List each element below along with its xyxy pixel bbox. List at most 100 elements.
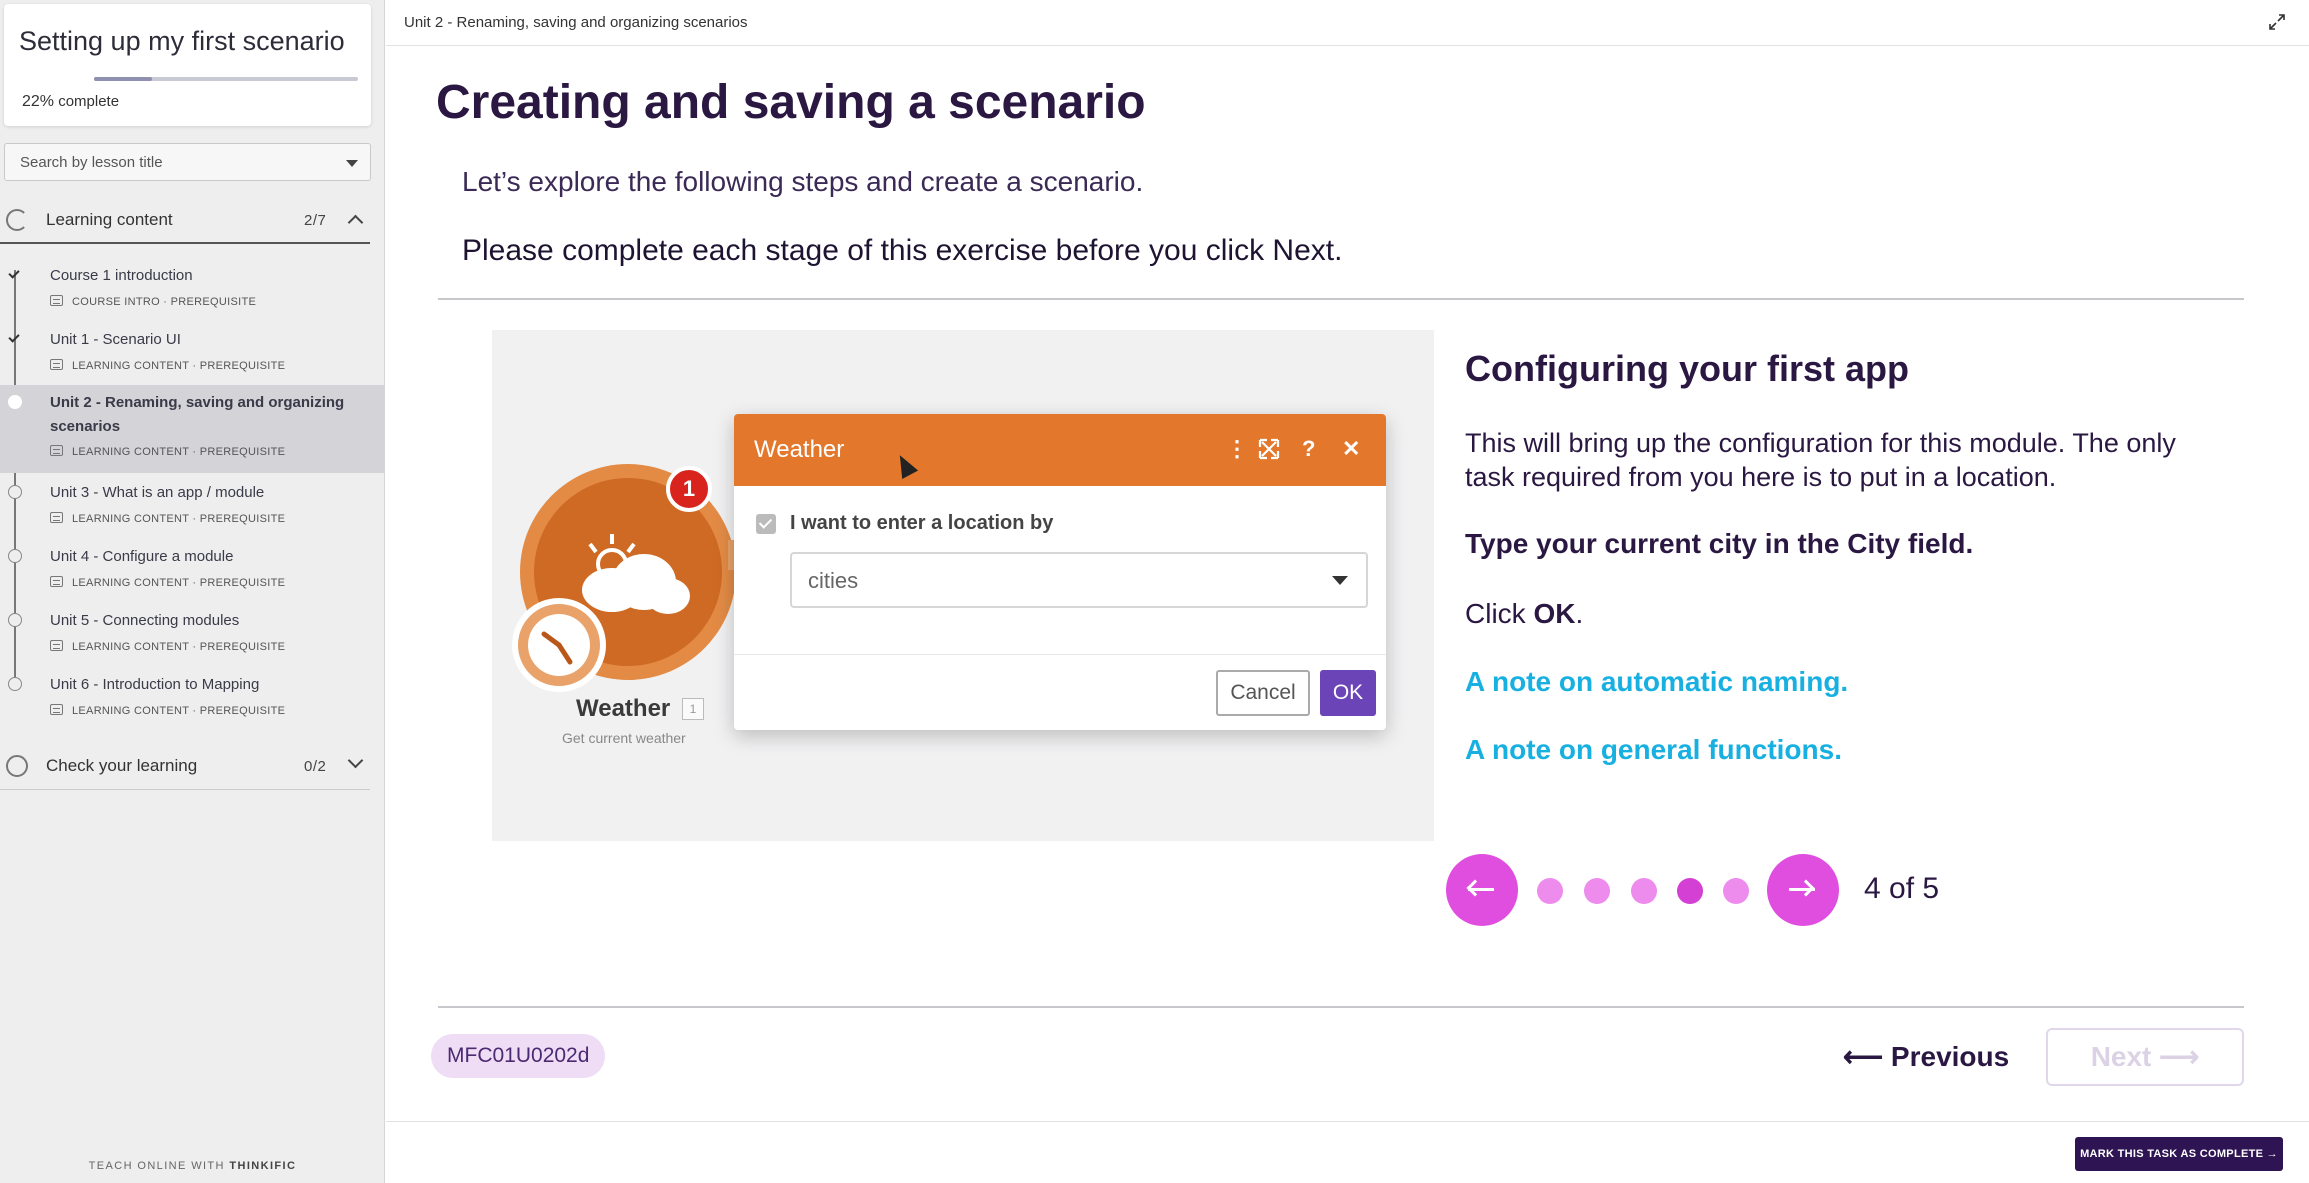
dialog-title: Weather — [754, 436, 845, 463]
weather-config-dialog: Weather ⋮ ? ✕ I want to enter a location… — [734, 414, 1386, 730]
lesson-meta-text: LEARNING CONTENT · PREREQUISITE — [72, 446, 286, 458]
clock-face — [528, 614, 590, 676]
lesson-unit-1[interactable]: Unit 1 - Scenario UI LEARNING CONTENT · … — [0, 326, 385, 386]
lesson-meta: LEARNING CONTENT · PREREQUISITE — [50, 576, 285, 589]
lesson-title: Course 1 introduction — [50, 267, 193, 284]
lesson-meta: LEARNING CONTENT · PREREQUISITE — [50, 704, 285, 717]
lesson-title: Unit 6 - Introduction to Mapping — [50, 676, 260, 693]
module-subtitle: Get current weather — [562, 730, 686, 746]
dialog-cancel-button: Cancel — [1216, 670, 1310, 716]
slide-instruction: Type your current city in the City field… — [1465, 528, 1974, 559]
presentation-icon — [50, 445, 63, 456]
slide-image: 1 Weather 1 Get current weather Weather … — [492, 330, 1434, 841]
course-progress-text: 22% complete — [22, 93, 119, 111]
location-type-select: cities — [790, 552, 1368, 608]
note-automatic-naming-link[interactable]: A note on automatic naming. — [1465, 666, 1848, 698]
section-progress-icon — [6, 755, 28, 777]
clock-icon — [512, 598, 606, 692]
previous-button[interactable]: ⟵ Previous — [1843, 1040, 2009, 1073]
document-icon — [50, 295, 63, 306]
lesson-meta-text: COURSE INTRO · PREREQUISITE — [72, 296, 257, 308]
maximize-icon — [1258, 438, 1280, 460]
course-title: Setting up my first scenario — [19, 26, 345, 56]
chevron-down-icon — [347, 752, 364, 769]
section-count: 2/7 — [304, 212, 327, 229]
lesson-meta: LEARNING CONTENT · PREREQUISITE — [50, 445, 285, 458]
carousel-next-button[interactable] — [1767, 854, 1839, 926]
lesson-footer-bar — [386, 1121, 2309, 1183]
lesson-meta-text: LEARNING CONTENT · PREREQUISITE — [72, 513, 286, 525]
lesson-meta-text: LEARNING CONTENT · PREREQUISITE — [72, 705, 286, 717]
weather-cloud-icon — [582, 534, 690, 614]
lesson-title: Unit 1 - Scenario UI — [50, 331, 181, 348]
page-title: Creating and saving a scenario — [436, 76, 1146, 129]
dialog-divider — [734, 654, 1386, 655]
module-badge: 1 — [666, 466, 712, 512]
slide-click-instruction: Click OK. — [1465, 598, 1583, 630]
carousel-dot-4[interactable] — [1677, 878, 1703, 904]
lesson-search-dropdown[interactable]: Search by lesson title — [4, 143, 371, 181]
progress-percent: 22% — [22, 93, 55, 110]
select-value: cities — [808, 568, 859, 593]
presentation-icon — [50, 640, 63, 651]
module-number: 1 — [682, 698, 704, 720]
lesson-meta: LEARNING CONTENT · PREREQUISITE — [50, 512, 285, 525]
note-general-functions-link[interactable]: A note on general functions. — [1465, 734, 1842, 766]
check-icon — [8, 331, 22, 345]
intro-text: Let’s explore the following steps and cr… — [462, 166, 1144, 197]
module-name: Weather — [576, 695, 671, 722]
footer-brand: THINKIFIC — [229, 1160, 297, 1172]
next-button[interactable]: Next ⟶ — [2046, 1028, 2244, 1086]
course-progress-card: Setting up my first scenario 22% complet… — [4, 4, 371, 126]
carousel-dot-3[interactable] — [1631, 878, 1657, 904]
section-label: Check your learning — [46, 756, 198, 775]
divider — [438, 1006, 2244, 1008]
lesson-unit-6[interactable]: Unit 6 - Introduction to Mapping LEARNIN… — [0, 672, 385, 732]
carousel-previous-button[interactable] — [1446, 854, 1518, 926]
lesson-status-circle-icon — [8, 549, 22, 563]
lesson-meta-text: LEARNING CONTENT · PREREQUISITE — [72, 641, 286, 653]
slide-paragraph: This will bring up the configuration for… — [1465, 428, 2176, 492]
arrow-left-icon: ⟵ — [1843, 1041, 1884, 1072]
location-option-label: I want to enter a location by — [790, 512, 1054, 534]
help-icon: ? — [1302, 436, 1316, 461]
lesson-title: Unit 5 - Connecting modules — [50, 612, 240, 629]
mark-complete-button[interactable]: MARK THIS TASK AS COMPLETE → — [2075, 1137, 2283, 1171]
lesson-unit-4[interactable]: Unit 4 - Configure a module LEARNING CON… — [0, 544, 385, 604]
section-learning-content[interactable]: Learning content 2/7 — [0, 196, 370, 244]
slide-heading: Configuring your first app — [1465, 348, 1909, 389]
divider — [438, 298, 2244, 300]
dialog-header: Weather ⋮ ? ✕ — [734, 414, 1386, 486]
carousel-dot-5[interactable] — [1723, 878, 1749, 904]
click-prefix: Click — [1465, 598, 1526, 629]
lesson-course-1-introduction[interactable]: Course 1 introduction COURSE INTRO · PRE… — [0, 262, 385, 322]
lesson-title: Unit 2 - Renaming, saving and organizing… — [50, 394, 345, 435]
thinkific-footer[interactable]: TEACH ONLINE WITH THINKIFIC — [0, 1160, 385, 1172]
close-icon: ✕ — [1342, 436, 1361, 461]
presentation-icon — [50, 512, 63, 523]
course-progress-bar — [94, 77, 358, 81]
lesson-title: Unit 4 - Configure a module — [50, 548, 234, 565]
carousel-dot-2[interactable] — [1584, 878, 1610, 904]
expand-icon[interactable] — [2267, 12, 2287, 32]
carousel-counter: 4 of 5 — [1864, 872, 1940, 905]
lesson-meta-text: LEARNING CONTENT · PREREQUISITE — [72, 577, 286, 589]
previous-label: Previous — [1890, 1041, 2010, 1072]
course-progress-fill — [94, 77, 153, 81]
arrow-right-head — [1797, 879, 1815, 897]
lesson-unit-3[interactable]: Unit 3 - What is an app / module LEARNIN… — [0, 480, 385, 540]
checkbox-icon — [756, 514, 776, 534]
lesson-unit-5[interactable]: Unit 5 - Connecting modules LEARNING CON… — [0, 608, 385, 668]
lesson-status-circle-icon — [8, 485, 22, 499]
more-vertical-icon: ⋮ — [1226, 436, 1248, 461]
lesson-unit-2[interactable]: Unit 2 - Renaming, saving and organizing… — [0, 385, 385, 473]
lesson-topbar: Unit 2 - Renaming, saving and organizing… — [386, 0, 2309, 46]
arrow-left-head — [1466, 879, 1484, 897]
section-count: 0/2 — [304, 758, 327, 775]
lesson-meta: LEARNING CONTENT · PREREQUISITE — [50, 640, 285, 653]
lesson-status-circle-icon — [8, 677, 22, 691]
check-icon — [8, 267, 22, 281]
section-check-your-learning[interactable]: Check your learning 0/2 — [0, 742, 370, 790]
carousel-dot-1[interactable] — [1537, 878, 1563, 904]
current-lesson-icon — [8, 395, 22, 409]
